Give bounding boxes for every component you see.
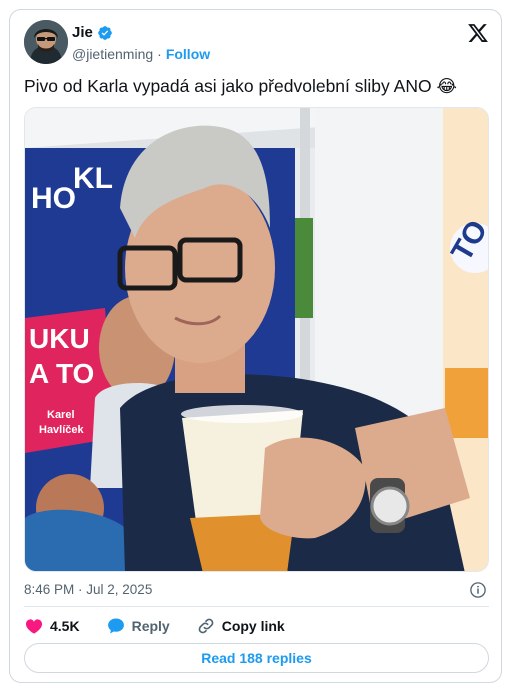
read-replies-label: Read 188 replies bbox=[201, 650, 312, 666]
verified-badge-icon bbox=[98, 25, 112, 40]
author-name[interactable]: Jie bbox=[72, 24, 93, 41]
reply-button[interactable]: Reply bbox=[106, 616, 170, 636]
tweet-text: Pivo od Karla vypadá asi jako předvolebn… bbox=[24, 76, 457, 96]
poster-name-1: Karel bbox=[47, 409, 75, 421]
reply-bubble-icon bbox=[107, 618, 124, 634]
photo-illustration: TO HO KL UKU A TO Karel Havlíček bbox=[25, 108, 488, 571]
like-count: 4.5K bbox=[50, 618, 80, 634]
info-icon[interactable] bbox=[469, 581, 487, 599]
author-handle[interactable]: @jietienming bbox=[72, 46, 153, 62]
tweet-photo[interactable]: TO HO KL UKU A TO Karel Havlíček bbox=[24, 107, 489, 572]
tweet-meta-row: 8:46 PM · Jul 2, 2025 bbox=[24, 582, 489, 600]
action-bar: 4.5K Reply Copy link bbox=[24, 615, 311, 637]
heart-icon bbox=[25, 619, 43, 634]
poster-text-1: UKU bbox=[29, 323, 90, 354]
like-button[interactable]: 4.5K bbox=[24, 616, 80, 636]
banner-left-text-2: KL bbox=[73, 162, 113, 195]
link-icon bbox=[198, 618, 214, 634]
reply-label: Reply bbox=[131, 618, 170, 634]
tweet-timestamp[interactable]: 8:46 PM · Jul 2, 2025 bbox=[24, 582, 152, 597]
poster-name-2: Havlíček bbox=[39, 424, 85, 436]
poster-text-2: A TO bbox=[29, 358, 94, 389]
author-name-row[interactable]: Jie bbox=[72, 24, 113, 41]
author-handle-row: @jietienming · Follow bbox=[72, 46, 210, 62]
read-replies-button[interactable]: Read 188 replies bbox=[24, 643, 489, 673]
copy-link-button[interactable]: Copy link bbox=[196, 616, 285, 636]
x-logo-icon[interactable] bbox=[467, 22, 489, 44]
banner-left-text-1: HO bbox=[31, 182, 76, 215]
copy-link-label: Copy link bbox=[221, 618, 285, 634]
handle-separator: · bbox=[157, 46, 162, 62]
follow-button[interactable]: Follow bbox=[166, 46, 210, 62]
author-avatar[interactable] bbox=[24, 20, 68, 64]
divider bbox=[24, 606, 489, 607]
